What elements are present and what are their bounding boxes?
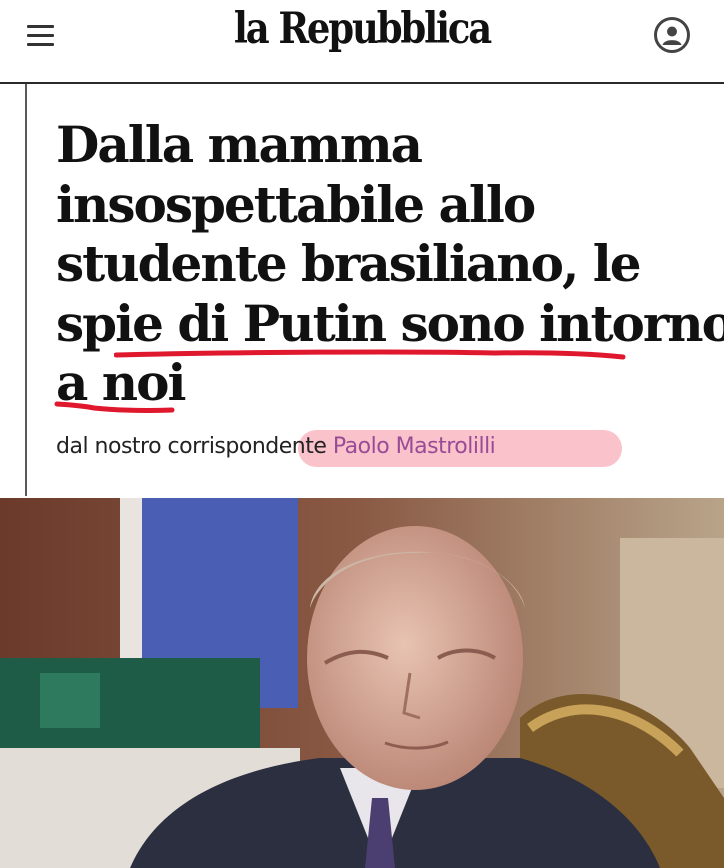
- red-underline-annotation: [54, 401, 175, 413]
- content-rule: [25, 84, 27, 496]
- headline-line: studente brasiliano, le: [56, 234, 642, 293]
- headline-line: spie di Putin sono intorno: [56, 293, 724, 353]
- article-photo[interactable]: [0, 498, 724, 868]
- user-account-icon[interactable]: [653, 16, 691, 54]
- headline-line: Dalla mamma: [56, 115, 423, 174]
- article-headline[interactable]: Dalla mamma insospettabile allo studente…: [56, 115, 724, 413]
- red-underline-annotation: [114, 349, 626, 360]
- article-byline: dal nostro corrispondente Paolo Mastroli…: [56, 434, 496, 459]
- author-link[interactable]: Paolo Mastrolilli: [333, 434, 496, 459]
- site-logo[interactable]: la Repubblica: [51, 4, 674, 54]
- byline-prefix: dal nostro corrispondente: [56, 434, 327, 459]
- headline-line: insospettabile allo: [56, 174, 536, 234]
- site-header: la Repubblica: [0, 0, 724, 84]
